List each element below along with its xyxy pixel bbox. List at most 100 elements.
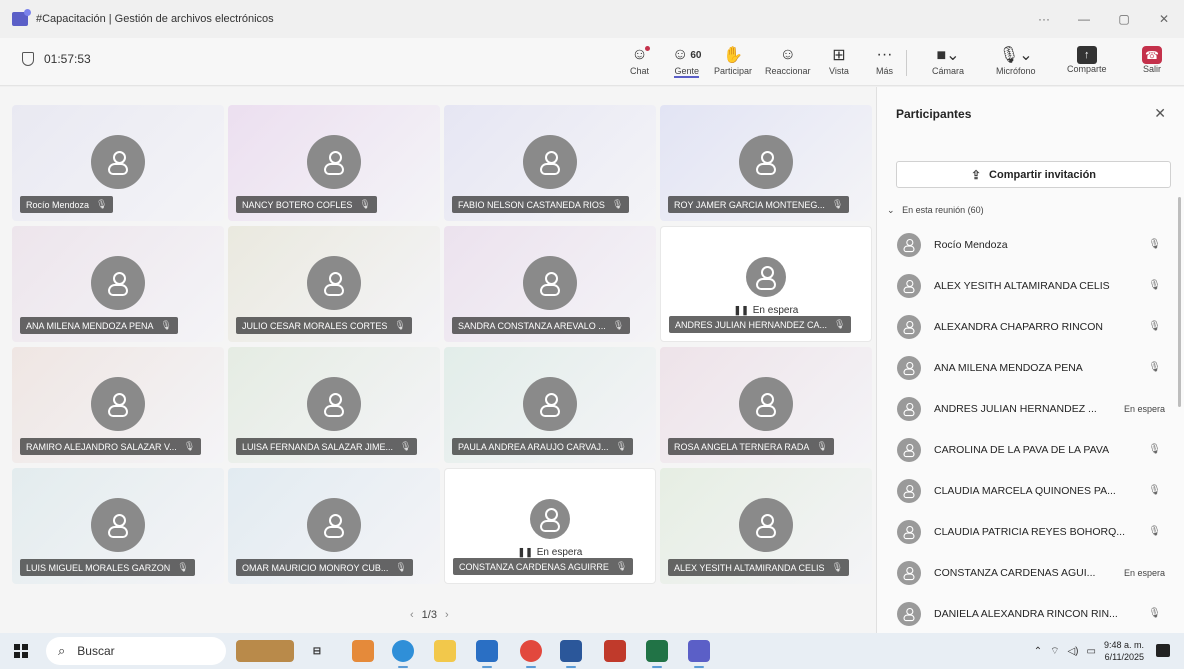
participant-row[interactable]: ANA MILENA MENDOZA PENA 🎙 <box>877 347 1173 388</box>
participant-name-tag: ANA MILENA MENDOZA PENA 🎙 <box>20 317 178 334</box>
next-page-icon[interactable]: › <box>445 609 449 621</box>
participant-tile[interactable]: PAULA ANDREA ARAUJO CARVAJ... 🎙 <box>444 347 656 463</box>
participant-row[interactable]: ALEX YESITH ALTAMIRANDA CELIS 🎙 <box>877 265 1173 306</box>
participant-name: ALEXANDRA CHAPARRO RINCON <box>934 320 1104 333</box>
ellipsis-icon: ··· <box>876 46 893 63</box>
participant-tile[interactable]: ❚❚ En espera CONSTANZA CARDENAS AGUIRRE 🎙 <box>444 468 656 584</box>
share-button[interactable]: ↑ Comparte <box>1067 44 1107 82</box>
participant-tile[interactable]: ANA MILENA MENDOZA PENA 🎙 <box>12 226 224 342</box>
network-icon[interactable]: ⌔ <box>1050 645 1059 658</box>
participant-tile[interactable]: JULIO CESAR MORALES CORTES 🎙 <box>228 226 440 342</box>
more-button[interactable]: ··· Más <box>876 44 893 82</box>
participant-tile[interactable]: OMAR MAURICIO MONROY CUB... 🎙 <box>228 468 440 584</box>
leave-button[interactable]: ☎ Salir <box>1142 44 1162 82</box>
participant-name: DANIELA ALEXANDRA RINCON RIN... <box>934 607 1118 620</box>
participant-tile[interactable]: FABIO NELSON CASTANEDA RIOS 🎙 <box>444 105 656 221</box>
participant-tile[interactable]: RAMIRO ALEJANDRO SALAZAR V... 🎙 <box>12 347 224 463</box>
avatar-icon <box>897 560 921 585</box>
notifications-icon[interactable] <box>1156 644 1170 657</box>
more-options-icon[interactable]: ··· <box>1024 0 1064 38</box>
previous-page-icon[interactable]: ‹ <box>410 609 414 621</box>
word-icon[interactable] <box>560 640 582 668</box>
participant-tile[interactable]: Rocío Mendoza 🎙 <box>12 105 224 221</box>
participant-name-tag: RAMIRO ALEJANDRO SALAZAR V... 🎙 <box>20 438 202 455</box>
participant-tile[interactable]: SANDRA CONSTANZA AREVALO ... 🎙 <box>444 226 656 342</box>
mic-muted-icon: 🎙 <box>612 320 625 330</box>
grid-pager: ‹ 1/3 › <box>410 609 449 621</box>
waiting-label: ❚❚ En espera <box>517 547 583 558</box>
mic-muted-icon: 🎙 <box>1148 485 1161 496</box>
avatar-icon <box>307 377 361 431</box>
share-link-icon: ⇪ <box>970 167 982 182</box>
hand-icon: ✋ <box>723 47 743 64</box>
volume-icon[interactable]: ◁) <box>1067 646 1078 657</box>
in-meeting-section-header[interactable]: ⌄ En esta reunión (60) <box>887 205 984 216</box>
copilot-icon[interactable] <box>352 640 374 662</box>
participant-tile[interactable]: NANCY BOTERO COFLES 🎙 <box>228 105 440 221</box>
window-title-bar: #Capacitación | Gestión de archivos elec… <box>0 0 1184 38</box>
store-icon[interactable] <box>604 640 626 662</box>
mic-off-icon: 🎙⌄ <box>998 47 1033 64</box>
participant-tile[interactable]: ❚❚ En espera ANDRES JULIAN HERNANDEZ CA...… <box>660 226 872 342</box>
participant-row[interactable]: CLAUDIA PATRICIA REYES BOHORQ... 🎙 <box>877 511 1173 552</box>
people-button[interactable]: ☺ 60 Gente <box>672 44 701 82</box>
avatar-icon <box>523 256 577 310</box>
avatar-icon <box>523 377 577 431</box>
share-invite-button[interactable]: ⇪ Compartir invitación <box>896 161 1171 188</box>
excel-icon[interactable] <box>646 640 668 668</box>
participant-tile[interactable]: ROY JAMER GARCIA MONTENEG... 🎙 <box>660 105 872 221</box>
camera-button[interactable]: ■⌄ Cámara <box>932 44 964 82</box>
participant-row[interactable]: DANIELA ALEXANDRA RINCON RIN... 🎙 <box>877 593 1173 634</box>
panel-scrollbar[interactable] <box>1178 197 1181 407</box>
participant-tile[interactable]: ALEX YESITH ALTAMIRANDA CELIS 🎙 <box>660 468 872 584</box>
start-button[interactable] <box>14 644 28 658</box>
raise-hand-button[interactable]: ✋ Participar <box>714 44 752 82</box>
mic-muted-icon: 🎙 <box>1148 321 1161 332</box>
participant-tile[interactable]: LUISA FERNANDA SALAZAR JIME... 🎙 <box>228 347 440 463</box>
task-view-icon[interactable]: ⊟ <box>306 640 328 662</box>
close-window-icon[interactable]: ✕ <box>1144 0 1184 38</box>
avatar-icon <box>897 519 921 544</box>
participant-row[interactable]: CONSTANZA CARDENAS AGUI... En espera <box>877 552 1173 593</box>
mic-muted-icon: 🎙 <box>615 441 627 451</box>
participant-tile[interactable]: LUIS MIGUEL MORALES GARZON 🎙 <box>12 468 224 584</box>
participant-row[interactable]: CLAUDIA MARCELA QUINONES PA... 🎙 <box>877 470 1173 511</box>
participant-row[interactable]: ANDRES JULIAN HERNANDEZ ... En espera <box>877 388 1173 429</box>
mic-muted-icon: 🎙 <box>1148 444 1161 455</box>
window-controls: ··· — ▢ ✕ <box>1024 0 1184 38</box>
tray-overflow-icon[interactable]: ⌃ <box>1034 646 1042 657</box>
file-explorer-icon[interactable] <box>434 640 456 662</box>
participant-list: Rocío Mendoza 🎙 ALEX YESITH ALTAMIRANDA CE… <box>877 224 1173 634</box>
edge-icon[interactable] <box>392 640 414 668</box>
mic-muted-icon: 🎙 <box>816 441 828 451</box>
windows-taskbar: ⌕ Buscar ⊟ ⌃ ⌔ ◁) ▭ 9:48 a. m. 6/11/2025 <box>0 633 1184 669</box>
maximize-icon[interactable]: ▢ <box>1104 0 1144 38</box>
battery-icon[interactable]: ▭ <box>1087 646 1096 657</box>
avatar-icon <box>739 377 793 431</box>
search-icon: ⌕ <box>58 643 66 658</box>
timer-text: 01:57:53 <box>44 52 91 66</box>
widgets-icon[interactable] <box>236 640 294 662</box>
close-panel-icon[interactable]: ✕ <box>1154 105 1166 122</box>
view-button[interactable]: ⊞ Vista <box>829 44 849 82</box>
chrome-icon[interactable] <box>520 640 542 668</box>
chevron-down-icon: ⌄ <box>887 205 895 215</box>
mic-muted-icon: 🎙 <box>395 562 407 572</box>
participant-row[interactable]: CAROLINA DE LA PAVA DE LA PAVA 🎙 <box>877 429 1173 470</box>
participant-name-tag: OMAR MAURICIO MONROY CUB... 🎙 <box>236 559 413 576</box>
react-button[interactable]: ☺ Reaccionar <box>765 44 811 82</box>
participant-row[interactable]: ALEXANDRA CHAPARRO RINCON 🎙 <box>877 306 1173 347</box>
outlook-icon[interactable] <box>476 640 498 668</box>
chat-button[interactable]: ☺ Chat <box>630 44 650 82</box>
participant-status: En espera <box>1123 403 1165 414</box>
microphone-button[interactable]: 🎙⌄ Micrófono <box>996 44 1036 82</box>
system-clock[interactable]: 9:48 a. m. 6/11/2025 <box>1104 639 1144 663</box>
participant-row[interactable]: Rocío Mendoza 🎙 <box>877 224 1173 265</box>
waiting-label: ❚❚ En espera <box>733 305 799 316</box>
taskbar-search[interactable]: ⌕ Buscar <box>46 637 226 665</box>
minimize-icon[interactable]: — <box>1064 0 1104 38</box>
avatar-icon <box>739 135 793 189</box>
teams-taskbar-icon[interactable] <box>688 640 710 668</box>
chat-unread-dot <box>644 46 650 51</box>
participant-tile[interactable]: ROSA ANGELA TERNERA RADA 🎙 <box>660 347 872 463</box>
